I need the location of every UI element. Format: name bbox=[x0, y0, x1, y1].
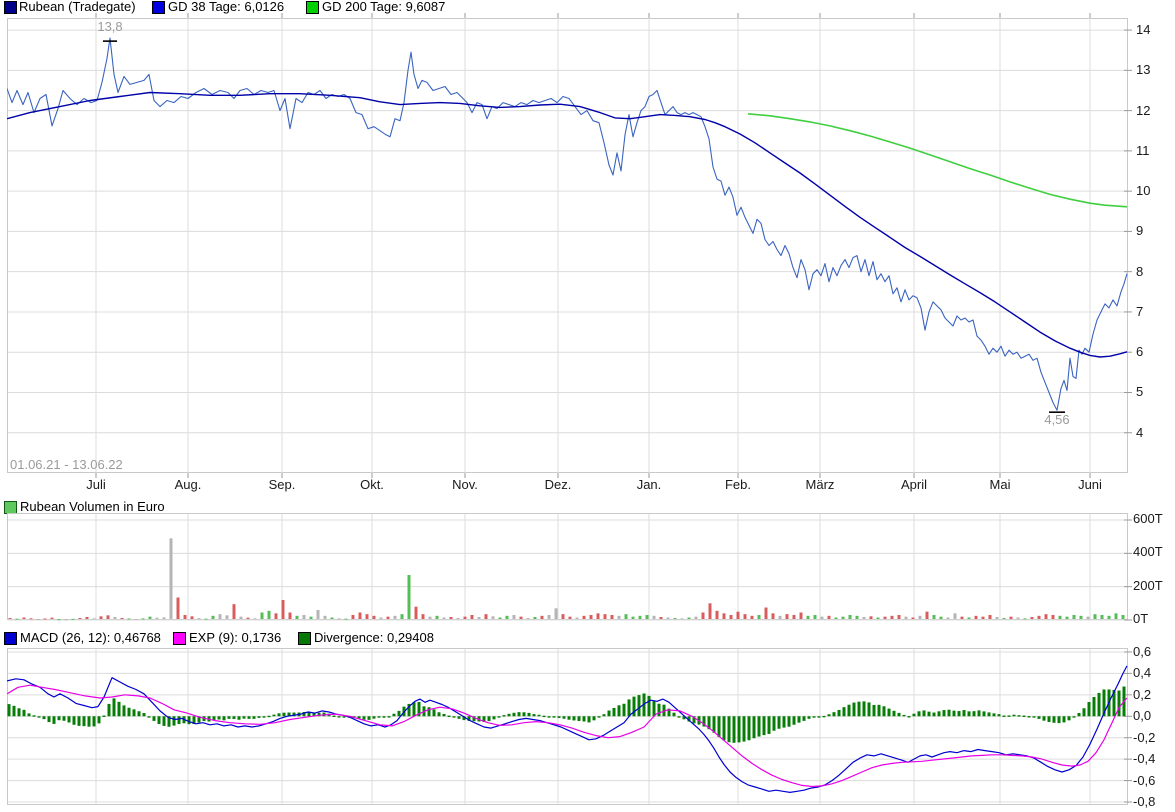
exp-legend-swatch bbox=[173, 632, 186, 645]
stock-chart-root: Rubean (Tradegate) GD 38 Tage: 6,0126 GD… bbox=[0, 0, 1175, 812]
volume-chart-panel bbox=[7, 513, 1133, 621]
month-label: Dez. bbox=[526, 477, 590, 492]
month-label: März bbox=[788, 477, 852, 492]
price-axis-tick: 6 bbox=[1136, 344, 1143, 360]
macd-legend-swatch bbox=[4, 632, 17, 645]
price-axis-tick: 9 bbox=[1136, 223, 1143, 239]
divergence-legend-swatch bbox=[298, 632, 311, 645]
macd-axis-tick: -0,6 bbox=[1133, 773, 1155, 789]
price-axis-tick: 5 bbox=[1136, 384, 1143, 400]
macd-axis-tick: -0,2 bbox=[1133, 730, 1155, 746]
volume-axis-tick: 200T bbox=[1133, 578, 1163, 594]
gd38-legend-label: GD 38 Tage: 6,0126 bbox=[168, 0, 284, 14]
volume-axis-tick: 400T bbox=[1133, 544, 1163, 560]
price-axis-tick: 4 bbox=[1136, 425, 1143, 441]
macd-axis-tick: 0,4 bbox=[1133, 665, 1151, 681]
price-axis-tick: 13 bbox=[1136, 62, 1150, 78]
month-label: Okt. bbox=[340, 477, 404, 492]
macd-axis-tick: 0,2 bbox=[1133, 687, 1151, 703]
macd-axis-tick: -0,4 bbox=[1133, 751, 1155, 767]
price-axis-tick: 12 bbox=[1136, 103, 1150, 119]
macd-axis-tick: 0,0 bbox=[1133, 708, 1151, 724]
price-axis-tick: 10 bbox=[1136, 183, 1150, 199]
month-label: Juli bbox=[64, 477, 128, 492]
month-label: Sep. bbox=[250, 477, 314, 492]
macd-chart-panel bbox=[7, 648, 1133, 806]
price-axis-tick: 11 bbox=[1136, 143, 1150, 159]
volume-axis-tick: 0T bbox=[1133, 611, 1148, 627]
month-label: Feb. bbox=[706, 477, 770, 492]
gd200-legend-label: GD 200 Tage: 9,6087 bbox=[322, 0, 445, 14]
month-label: Aug. bbox=[156, 477, 220, 492]
volume-legend-label: Rubean Volumen in Euro bbox=[20, 500, 165, 514]
price-axis-tick: 7 bbox=[1136, 304, 1143, 320]
price-chart-panel bbox=[7, 13, 1133, 480]
price-axis-tick: 14 bbox=[1136, 22, 1150, 38]
price-axis-tick: 8 bbox=[1136, 264, 1143, 280]
month-label: Mai bbox=[968, 477, 1032, 492]
month-label: Juni bbox=[1058, 477, 1122, 492]
macd-legend-label: MACD (26, 12): 0,46768 bbox=[20, 631, 161, 645]
price-legend-label: Rubean (Tradegate) bbox=[19, 0, 136, 14]
exp-legend-label: EXP (9): 0,1736 bbox=[189, 631, 281, 645]
low-annotation: 4,56 bbox=[1035, 412, 1079, 427]
month-label: Nov. bbox=[433, 477, 497, 492]
macd-axis-tick: 0,6 bbox=[1133, 644, 1151, 660]
date-range-label: 01.06.21 - 13.06.22 bbox=[10, 457, 123, 472]
divergence-legend-label: Divergence: 0,29408 bbox=[314, 631, 434, 645]
macd-axis-tick: -0,8 bbox=[1133, 794, 1155, 810]
high-annotation: 13,8 bbox=[90, 19, 130, 34]
volume-axis-tick: 600T bbox=[1133, 511, 1163, 527]
month-label: April bbox=[882, 477, 946, 492]
month-label: Jan. bbox=[617, 477, 681, 492]
